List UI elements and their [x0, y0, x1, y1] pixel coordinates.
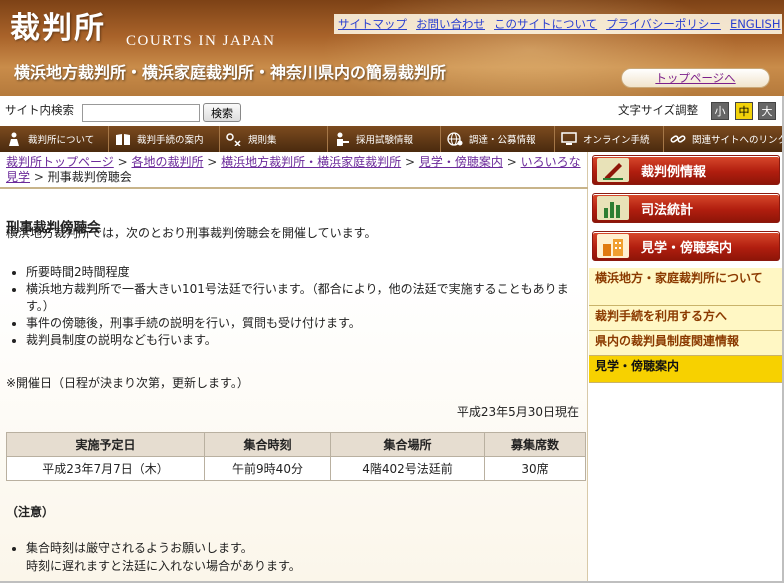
- gnav-links-label: 関連サイトへのリンク: [692, 135, 784, 146]
- contact-link[interactable]: お問い合わせ: [416, 16, 485, 32]
- intro-text: 横浜地方裁判所では，次のとおり刑事裁判傍聴会を開催しています。: [6, 226, 377, 240]
- font-size-medium-button[interactable]: 中: [735, 102, 753, 120]
- utility-nav: サイトマップ お問い合わせ このサイトについて プライバシーポリシー ENGLI…: [334, 14, 782, 34]
- logo-english: COURTS IN JAPAN: [126, 33, 276, 49]
- schedule-table: 実施予定日 集合時刻 集合場所 募集席数 平成23年7月7日（木） 午前9時40…: [6, 432, 586, 481]
- gnav-procedures-label: 裁判手続の案内: [137, 135, 204, 146]
- gnav-rules[interactable]: 規則集: [220, 126, 328, 152]
- sitemap-link[interactable]: サイトマップ: [338, 16, 407, 32]
- sidebar-button-label: 見学・傍聴案内: [641, 240, 733, 256]
- breadcrumb-separator: >: [203, 155, 222, 169]
- list-item: 裁判員制度の説明なども行います。: [26, 332, 586, 349]
- sidebar-button-visit[interactable]: 見学・傍聴案内: [592, 231, 780, 261]
- sidebar-link-visit-active[interactable]: 見学・傍聴案内: [589, 356, 784, 383]
- caution-title: （注意）: [6, 505, 55, 519]
- table-cell: 午前9時40分: [204, 456, 331, 481]
- table-row: 平成23年7月7日（木） 午前9時40分 4階402号法廷前 30席: [6, 456, 586, 481]
- table-header: 集合時刻: [204, 432, 331, 457]
- link-icon: [670, 132, 686, 146]
- list-item: 横浜地方裁判所で一番大きい101号法廷で行います。（都合により，他の法廷で実施す…: [26, 281, 586, 315]
- sidebar-button-statistics[interactable]: 司法統計: [592, 193, 780, 223]
- gnav-procurement[interactable]: 調達・公募情報: [441, 126, 555, 152]
- monitor-icon: [561, 132, 577, 146]
- globe-icon: [447, 132, 463, 146]
- list-item: 集合時刻は厳守されるようお願いします。 時刻に遅れますと法廷に入れない場合があり…: [26, 539, 576, 575]
- main-content: 裁判所トップページ > 各地の裁判所 > 横浜地方裁判所・横浜家庭裁判所 > 見…: [0, 152, 588, 583]
- breadcrumb-link-yokohama[interactable]: 横浜地方裁判所・横浜家庭裁判所: [221, 155, 401, 169]
- sidebar: 裁判例情報 司法統計 見学・傍聴案内 横浜地方・家庭裁判所について 裁判手続を利…: [589, 152, 784, 583]
- person-desk-icon: [334, 132, 350, 146]
- gnav-about[interactable]: 裁判所について: [0, 126, 109, 152]
- gnav-rules-label: 規則集: [248, 135, 277, 146]
- about-site-link[interactable]: このサイトについて: [494, 16, 597, 32]
- breadcrumb-link-top[interactable]: 裁判所トップページ: [6, 155, 114, 169]
- table-cell: 30席: [484, 456, 586, 481]
- sidebar-link-users[interactable]: 裁判手続を利用する方へ: [589, 306, 784, 331]
- gnav-online-label: オンライン手続: [583, 135, 650, 146]
- as-of-date: 平成23年5月30日現在: [456, 405, 579, 419]
- privacy-policy-link[interactable]: プライバシーポリシー: [606, 16, 721, 32]
- breadcrumb-separator: >: [30, 170, 48, 184]
- top-page-button[interactable]: トップページへ: [621, 68, 770, 88]
- person-icon: [6, 132, 22, 146]
- gnav-procedures[interactable]: 裁判手続の案内: [109, 126, 220, 152]
- breadcrumb-separator: >: [502, 155, 521, 169]
- font-size-large-button[interactable]: 大: [758, 102, 776, 120]
- gnav-links[interactable]: 関連サイトへのリンク: [664, 126, 784, 152]
- font-size-small-button[interactable]: 小: [711, 102, 729, 120]
- sidebar-button-case-law[interactable]: 裁判例情報: [592, 155, 780, 185]
- table-header-row: 実施予定日 集合時刻 集合場所 募集席数: [6, 432, 586, 457]
- scale-icon: [226, 132, 242, 146]
- sidebar-button-label: 司法統計: [641, 202, 694, 218]
- gnav-about-label: 裁判所について: [28, 135, 95, 146]
- search-label: サイト内検索: [5, 103, 74, 117]
- table-cell: 平成23年7月7日（木）: [6, 456, 205, 481]
- breadcrumb-link-courts[interactable]: 各地の裁判所: [131, 155, 203, 169]
- breadcrumb-link-visit[interactable]: 見学・傍聴案内: [419, 155, 503, 169]
- table-header: 募集席数: [484, 432, 586, 457]
- list-item: 所要時間2時間程度: [26, 264, 586, 281]
- book-icon: [115, 132, 131, 146]
- table-header: 集合場所: [330, 432, 485, 457]
- overview-list: 所要時間2時間程度 横浜地方裁判所で一番大きい101号法廷で行います。（都合によ…: [26, 264, 586, 349]
- breadcrumb-divider: [0, 187, 588, 189]
- breadcrumb-separator: >: [401, 155, 419, 169]
- gnav-procurement-label: 調達・公募情報: [469, 135, 536, 146]
- font-size-label: 文字サイズ調整: [618, 103, 699, 117]
- caution-list: 集合時刻は厳守されるようお願いします。 時刻に遅れますと法廷に入れない場合があり…: [26, 539, 576, 575]
- court-title: 横浜地方裁判所・横浜家庭裁判所・神奈川県内の簡易裁判所: [14, 63, 447, 82]
- sidebar-link-about-court[interactable]: 横浜地方・家庭裁判所について: [589, 268, 784, 306]
- gnav-recruitment-label: 採用試験情報: [356, 135, 414, 146]
- breadcrumb: 裁判所トップページ > 各地の裁判所 > 横浜地方裁判所・横浜家庭裁判所 > 見…: [6, 155, 584, 185]
- global-nav: 裁判所について 裁判手続の案内 規則集 採用試験情報 調達・公募情報 オンライン…: [0, 126, 784, 152]
- gnav-online[interactable]: オンライン手続: [555, 126, 664, 152]
- breadcrumb-current: 刑事裁判傍聴会: [47, 170, 132, 184]
- site-header: 裁判所 COURTS IN JAPAN サイトマップ お問い合わせ このサイトに…: [0, 0, 784, 96]
- logo-kanji[interactable]: 裁判所: [10, 14, 106, 44]
- table-cell: 4階402号法廷前: [330, 456, 485, 481]
- english-link[interactable]: ENGLISH: [730, 17, 781, 31]
- breadcrumb-separator: >: [113, 155, 132, 169]
- search-input[interactable]: [82, 104, 200, 122]
- building-icon: [597, 234, 629, 258]
- search-button[interactable]: 検索: [203, 103, 241, 122]
- gnav-recruitment[interactable]: 採用試験情報: [328, 126, 441, 152]
- list-item: 事件の傍聴後，刑事手続の説明を行い，質問も受け付けます。: [26, 315, 586, 332]
- table-header: 実施予定日: [6, 432, 205, 457]
- pen-icon: [597, 158, 629, 182]
- sidebar-link-saibanin[interactable]: 県内の裁判員制度関連情報: [589, 331, 784, 356]
- bar-chart-icon: [597, 196, 629, 220]
- date-note: ※開催日（日程が決まり次第，更新します。）: [6, 376, 249, 390]
- sidebar-button-label: 裁判例情報: [641, 164, 707, 180]
